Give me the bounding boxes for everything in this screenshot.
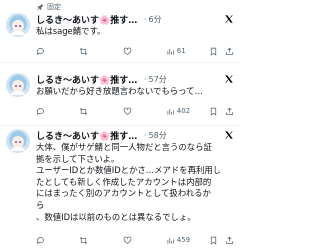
x-logo-icon (224, 130, 234, 140)
share-group (209, 107, 234, 116)
repost-icon (80, 47, 88, 55)
share-group (209, 47, 234, 56)
post-header: しるき～あいす🌸推すぞしるく… · 58分 (36, 129, 216, 142)
post-header: しるき～あいす🌸推すぞしるく… · 6分 (36, 13, 216, 26)
views-icon (167, 48, 174, 54)
like-button[interactable] (123, 236, 159, 245)
like-icon (123, 47, 131, 55)
post-text-line: ら (36, 199, 45, 210)
repost-icon (80, 107, 88, 115)
share-group (209, 236, 234, 245)
post-text-line: たとしても新しく作成したアカウントは内部的 (36, 176, 212, 187)
post-text-line: にはまったく別のアカウントとして扱われるか (36, 188, 211, 199)
views-button[interactable]: 459 (166, 236, 202, 245)
repost-icon (80, 236, 88, 244)
avatar[interactable] (6, 13, 30, 37)
views-button[interactable]: 402 (166, 107, 202, 116)
share-icon[interactable] (225, 107, 234, 116)
like-button[interactable] (123, 47, 159, 56)
post-text-line: お願いだから好き放題言わないでもらって… (36, 86, 203, 96)
reply-button[interactable] (36, 236, 72, 245)
x-logo-icon (224, 14, 234, 24)
post-text-line: 私はsage鯖です。 (36, 26, 106, 36)
separator: · (144, 130, 147, 140)
post-text-line: 大体、僕がサゲ鯖と同一人物だと言うのなら証 (36, 142, 212, 152)
post-text-line: 、数値IDは以前のものとは異なるでしょ。 (36, 211, 196, 222)
timestamp[interactable]: 57分 (149, 74, 167, 85)
post-text-line: 拠を示して下さいよ。 (36, 153, 120, 164)
author-name[interactable]: しるき～あいす🌸推すぞしるく… (36, 13, 142, 26)
post-header: しるき～あいす🌸推すぞしるく… · 57分 (36, 73, 216, 86)
repost-button[interactable] (79, 107, 115, 116)
avatar[interactable] (6, 73, 30, 97)
action-bar: 61 (36, 45, 234, 57)
timestamp[interactable]: 6分 (149, 14, 162, 25)
post-text: 私はsage鯖です。 (36, 26, 234, 38)
like-button[interactable] (123, 107, 159, 116)
post-3[interactable]: しるき～あいす🌸推すぞしるく… · 58分 大体、僕がサゲ鯖と同一人物だと言うの… (0, 126, 240, 250)
reply-icon (36, 107, 44, 115)
post-2[interactable]: しるき～あいす🌸推すぞしるく… · 57分 お願いだから好き放題言わないでもらっ… (0, 63, 240, 125)
post-text: お願いだから好き放題言わないでもらって… (36, 86, 234, 98)
repost-button[interactable] (79, 47, 115, 56)
timestamp[interactable]: 58分 (149, 130, 167, 141)
reply-icon (36, 47, 44, 55)
views-count: 459 (176, 236, 191, 244)
separator: · (144, 14, 147, 24)
post-text: 大体、僕がサゲ鯖と同一人物だと言うのなら証 拠を示して下さいよ。 ユーザーIDと… (36, 142, 234, 223)
action-bar: 459 (36, 234, 234, 246)
action-bar: 402 (36, 105, 234, 117)
views-icon (167, 108, 174, 114)
views-count: 402 (176, 107, 191, 115)
like-icon (123, 236, 131, 244)
reply-icon (36, 236, 44, 244)
like-icon (123, 107, 131, 115)
separator: · (144, 74, 147, 84)
author-name[interactable]: しるき～あいす🌸推すぞしるく… (36, 129, 142, 142)
share-icon[interactable] (225, 236, 234, 245)
views-button[interactable]: 61 (166, 47, 202, 56)
avatar[interactable] (6, 129, 30, 153)
bookmark-icon[interactable] (209, 47, 218, 56)
author-name[interactable]: しるき～あいす🌸推すぞしるく… (36, 73, 142, 86)
views-count: 61 (176, 47, 186, 55)
share-icon[interactable] (225, 47, 234, 56)
x-logo-icon (224, 74, 234, 84)
bookmark-icon[interactable] (209, 236, 218, 245)
reply-button[interactable] (36, 107, 72, 116)
reply-button[interactable] (36, 47, 72, 56)
views-icon (167, 237, 174, 243)
post-1[interactable]: しるき～あいす🌸推すぞしるく… · 6分 私はsage鯖です。 61 (0, 0, 240, 62)
bookmark-icon[interactable] (209, 107, 218, 116)
post-text-line: ユーザーIDとか数値IDとかさ…メアドを再利用し (36, 165, 222, 176)
repost-button[interactable] (79, 236, 115, 245)
